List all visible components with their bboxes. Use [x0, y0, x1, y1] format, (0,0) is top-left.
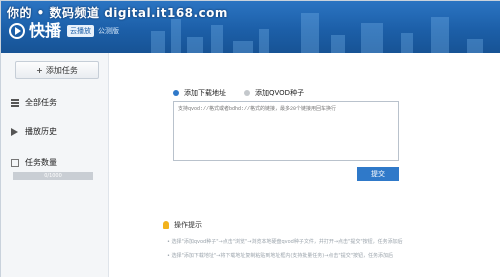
sidebar-item-label: 任务数量 [25, 158, 57, 167]
play-icon [11, 127, 18, 136]
add-task-label: 添加任务 [45, 65, 78, 75]
source-type-radios: 添加下载地址 添加QVOD种子 [173, 88, 322, 98]
watermark: 你的 • 数码频道 digital.it168.com [7, 6, 228, 20]
sidebar: + 添加任务 全部任务 播放历史 任务数量 0/1000 [1, 53, 109, 277]
radio-download-url[interactable]: 添加下载地址 [173, 88, 226, 98]
beta-badge: 公测版 [98, 27, 120, 35]
radio-selected-icon [173, 90, 179, 96]
submit-button[interactable]: 提交 [357, 167, 399, 181]
sidebar-item-all-tasks[interactable]: 全部任务 [11, 97, 57, 108]
add-task-button[interactable]: + 添加任务 [15, 61, 99, 79]
lightbulb-icon [163, 221, 169, 229]
sidebar-item-play-history[interactable]: 播放历史 [11, 126, 57, 137]
app-window: 你的 • 数码频道 digital.it168.com 快播 云播放 公测版 +… [0, 0, 500, 277]
tip-line: • 选择"添加qvod种子"→点击"浏览"→浏览本地硬盘qvod种子文件，并打开… [167, 239, 403, 245]
main-panel: 添加下载地址 添加QVOD种子 提交 操作提示 • 选择"添加qvod种子"→点… [109, 53, 500, 277]
tips-title: 操作提示 [163, 220, 202, 230]
sidebar-item-label: 播放历史 [25, 127, 57, 136]
qvod-logo-icon [9, 23, 25, 39]
cloud-badge: 云播放 [67, 25, 95, 37]
tips-title-text: 操作提示 [174, 221, 202, 229]
sidebar-item-label: 全部任务 [25, 98, 57, 107]
tip-line: • 选择"添加下载地址"→将下载地址复制粘贴到地址框内(支持批量任务)→点击"提… [167, 253, 394, 259]
radio-label: 添加下载地址 [184, 89, 226, 97]
url-textarea[interactable] [173, 101, 399, 161]
checkbox-icon [11, 158, 19, 167]
plus-icon: + [36, 65, 43, 75]
sidebar-item-task-count: 任务数量 [11, 157, 57, 168]
radio-qvod-seed[interactable]: 添加QVOD种子 [244, 88, 304, 98]
header: 你的 • 数码频道 digital.it168.com 快播 云播放 公测版 [1, 1, 500, 53]
logo-text: 快播 [29, 21, 62, 40]
radio-label: 添加QVOD种子 [255, 89, 305, 97]
logo: 快播 云播放 公测版 [9, 23, 119, 39]
task-count-bar: 0/1000 [13, 172, 93, 180]
radio-unselected-icon [244, 90, 250, 96]
list-icon [11, 98, 19, 107]
